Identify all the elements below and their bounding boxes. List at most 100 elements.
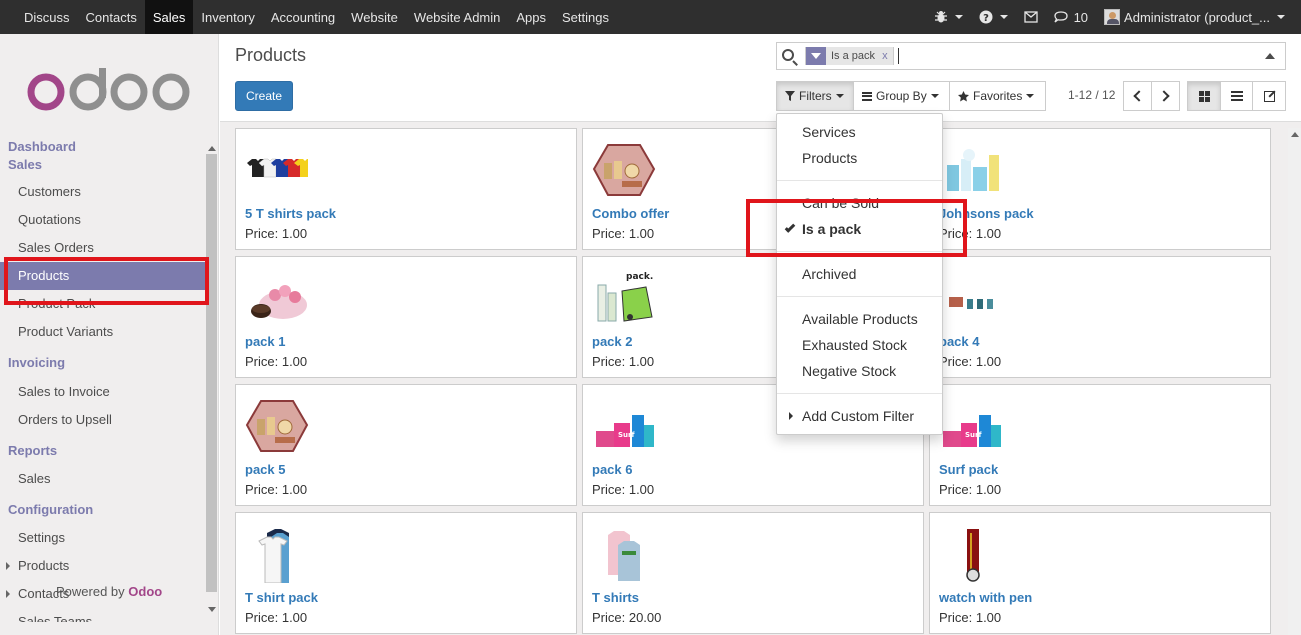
scroll-up-icon[interactable] <box>208 146 216 151</box>
groupby-button[interactable]: Group By <box>853 81 950 111</box>
search-bar[interactable]: Is a pack x <box>776 42 1286 70</box>
filters-button[interactable]: Filters <box>776 81 854 111</box>
filter-available-products[interactable]: Available Products <box>802 311 918 327</box>
svg-text:?: ? <box>983 13 989 24</box>
sidebar-item-orders-to-upsell[interactable]: Orders to Upsell <box>0 406 205 434</box>
systray: ? 10 Administrator (product_... <box>926 0 1301 34</box>
scroll-up-icon[interactable] <box>1291 132 1299 137</box>
product-price: Price: 1.00 <box>939 482 1002 497</box>
product-image <box>251 285 307 319</box>
help-menu[interactable]: ? <box>971 0 1016 34</box>
chevron-down-icon <box>930 94 939 98</box>
menu-website[interactable]: Website <box>343 0 406 34</box>
powered-by-brand[interactable]: Odoo <box>128 584 162 599</box>
product-card[interactable]: watch with pen Price: 1.00 <box>929 512 1271 634</box>
product-image: Surf <box>596 415 654 447</box>
envelope-icon <box>1023 11 1038 23</box>
product-name[interactable]: T shirt pack <box>245 590 318 605</box>
product-card[interactable]: T shirts Price: 20.00 <box>582 512 924 634</box>
sidebar-item-customers[interactable]: Customers <box>0 178 205 206</box>
menu-sales[interactable]: Sales <box>144 0 194 34</box>
facet-remove-button[interactable]: x <box>882 50 888 62</box>
product-image: Surf <box>943 415 1001 447</box>
product-name[interactable]: Surf pack <box>939 462 998 477</box>
chevron-down-icon <box>999 15 1008 19</box>
filter-archived[interactable]: Archived <box>802 266 856 282</box>
menu-contacts[interactable]: Contacts <box>78 0 145 34</box>
form-view-button[interactable] <box>1252 81 1286 111</box>
product-image <box>608 531 640 581</box>
product-image <box>966 529 980 582</box>
product-card[interactable]: Johnsons pack Price: 1.00 <box>929 128 1271 250</box>
svg-text:Surf: Surf <box>618 431 635 439</box>
filters-label: Filters <box>799 89 832 103</box>
menu-settings[interactable]: Settings <box>554 0 617 34</box>
filter-exhausted-stock[interactable]: Exhausted Stock <box>802 337 907 353</box>
product-name[interactable]: T shirts <box>592 590 639 605</box>
scroll-thumb[interactable] <box>206 154 217 592</box>
sidebar-item-config-products[interactable]: Products <box>0 552 205 580</box>
product-image <box>947 149 999 191</box>
menu-website-admin[interactable]: Website Admin <box>406 0 508 34</box>
product-image <box>245 400 309 452</box>
create-button[interactable]: Create <box>235 81 293 111</box>
scroll-down-icon[interactable] <box>208 607 216 612</box>
add-custom-filter[interactable]: Add Custom Filter <box>802 408 914 424</box>
product-card[interactable]: pack 1 Price: 1.00 <box>235 256 577 378</box>
product-name[interactable]: pack 1 <box>245 334 285 349</box>
filter-products[interactable]: Products <box>802 150 857 166</box>
sidebar-item-settings[interactable]: Settings <box>0 524 205 552</box>
odoo-logo[interactable] <box>26 68 194 112</box>
menu-discuss[interactable]: Discuss <box>16 0 78 34</box>
product-card[interactable]: T shirt pack Price: 1.00 <box>235 512 577 634</box>
sidebar-scrollbar[interactable] <box>205 142 218 616</box>
sidebar-item-sales-to-invoice[interactable]: Sales to Invoice <box>0 378 205 406</box>
product-card[interactable]: 5 T shirts pack Price: 1.00 <box>235 128 577 250</box>
pager-previous-button[interactable] <box>1123 81 1152 111</box>
bars-icon <box>862 91 872 101</box>
product-name[interactable]: Combo offer <box>592 206 669 221</box>
search-toggle-icon[interactable] <box>1265 53 1275 59</box>
product-price: Price: 1.00 <box>592 354 655 369</box>
favorites-button[interactable]: Favorites <box>949 81 1046 111</box>
product-name[interactable]: 5 T shirts pack <box>245 206 336 221</box>
search-input[interactable] <box>898 48 899 64</box>
user-menu[interactable]: Administrator (product_... <box>1096 0 1293 34</box>
sidebar-item-quotations[interactable]: Quotations <box>0 206 205 234</box>
svg-text:pack.: pack. <box>626 272 653 282</box>
filter-services[interactable]: Services <box>802 124 856 140</box>
filter-negative-stock[interactable]: Negative Stock <box>802 363 896 379</box>
pager-next-button[interactable] <box>1151 81 1180 111</box>
product-name[interactable]: pack 5 <box>245 462 285 477</box>
sidebar-item-reports-sales[interactable]: Sales <box>0 465 205 493</box>
product-name[interactable]: pack 6 <box>592 462 632 477</box>
chevron-down-icon <box>835 94 844 98</box>
kanban-scrollbar[interactable] <box>1288 128 1301 635</box>
product-image <box>592 144 656 196</box>
menu-apps[interactable]: Apps <box>508 0 554 34</box>
product-price: Price: 1.00 <box>592 482 655 497</box>
product-name[interactable]: watch with pen <box>939 590 1032 605</box>
messaging-menu[interactable]: 10 <box>1046 0 1096 34</box>
chevron-down-icon <box>954 15 963 19</box>
menu-inventory[interactable]: Inventory <box>193 0 262 34</box>
mail-button[interactable] <box>1016 0 1046 34</box>
kanban-view-button[interactable] <box>1187 81 1221 111</box>
product-card[interactable]: pack 5 Price: 1.00 <box>235 384 577 506</box>
top-navbar: Discuss Contacts Sales Inventory Account… <box>0 0 1301 34</box>
product-card[interactable]: pack 4 Price: 1.00 <box>929 256 1271 378</box>
list-view-button[interactable] <box>1220 81 1253 111</box>
product-name[interactable]: pack 4 <box>939 334 979 349</box>
sidebar-reports-header: Reports <box>8 443 58 458</box>
debug-menu[interactable] <box>926 0 971 34</box>
product-card[interactable]: Surf Surf pack Price: 1.00 <box>929 384 1271 506</box>
sidebar-item-sales-teams[interactable]: Sales Teams <box>0 608 205 622</box>
sidebar-dashboard[interactable]: Dashboard <box>0 138 205 156</box>
sidebar-item-product-variants[interactable]: Product Variants <box>0 318 205 346</box>
help-icon: ? <box>979 10 993 24</box>
highlight-box-products <box>4 257 209 305</box>
pager-value[interactable]: 1-12 / 12 <box>1068 88 1115 102</box>
menu-accounting[interactable]: Accounting <box>263 0 343 34</box>
sidebar-invoicing-header: Invoicing <box>8 355 66 370</box>
product-name[interactable]: pack 2 <box>592 334 632 349</box>
